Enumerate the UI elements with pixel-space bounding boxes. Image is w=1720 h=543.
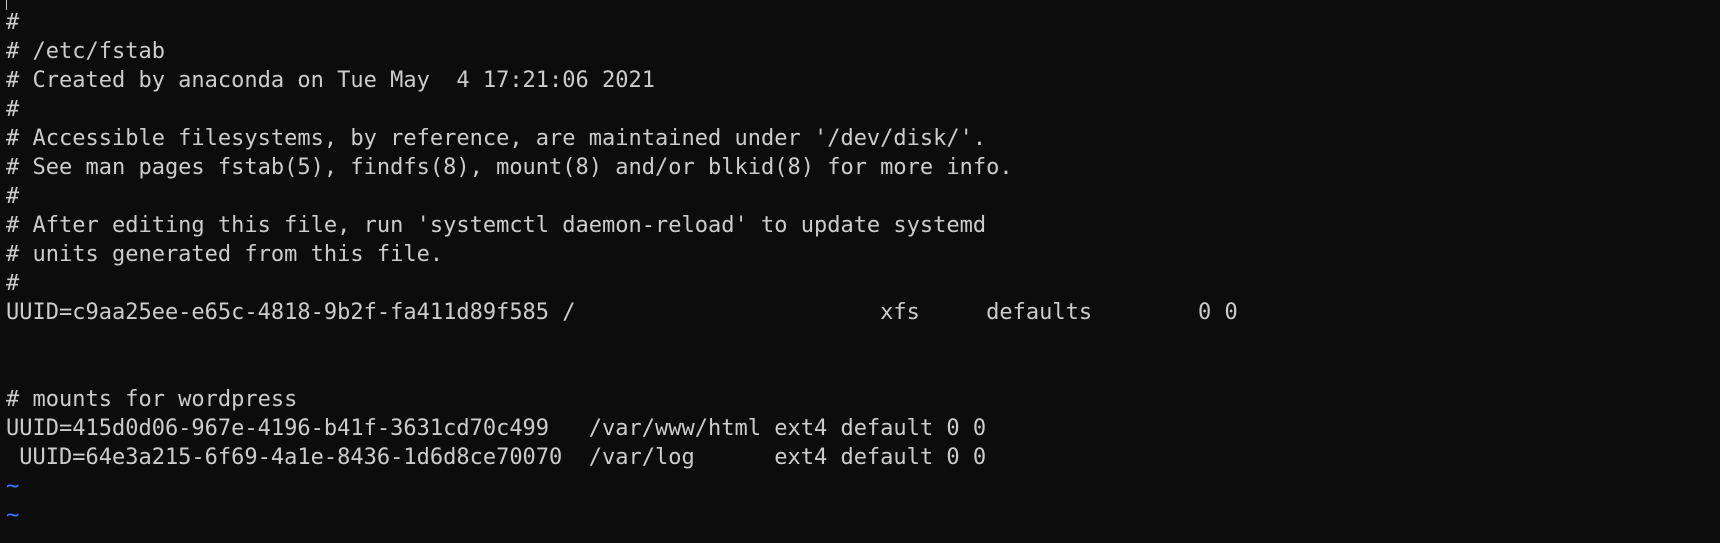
- buffer-line: # /etc/fstab: [6, 39, 165, 64]
- buffer-line: #: [6, 184, 20, 209]
- fstab-log-entry: UUID=64e3a215-6f69-4a1e-8436-1d6d8ce7007…: [6, 445, 987, 470]
- buffer-line: # Created by anaconda on Tue May 4 17:21…: [6, 68, 656, 93]
- editor-buffer[interactable]: # # /etc/fstab # Created by anaconda on …: [6, 8, 1720, 530]
- buffer-line: #: [6, 97, 20, 122]
- buffer-line: # See man pages fstab(5), findfs(8), mou…: [6, 155, 1013, 180]
- fstab-html-entry: UUID=415d0d06-967e-4196-b41f-3631cd70c49…: [6, 416, 987, 441]
- wordpress-mounts-comment: # mounts for wordpress: [6, 387, 298, 412]
- buffer-line-empty: [6, 356, 1720, 385]
- buffer-line: #: [6, 271, 20, 296]
- buffer-line: # units generated from this file.: [6, 242, 444, 267]
- end-of-buffer-marker: ~: [6, 503, 20, 528]
- buffer-line: # After editing this file, run 'systemct…: [6, 213, 987, 238]
- text-cursor: [6, 0, 7, 10]
- end-of-buffer-marker: ~: [6, 474, 20, 499]
- terminal-window[interactable]: # # /etc/fstab # Created by anaconda on …: [0, 0, 1720, 543]
- buffer-line: #: [6, 10, 20, 35]
- buffer-line-empty: [6, 327, 1720, 356]
- fstab-root-entry: UUID=c9aa25ee-e65c-4818-9b2f-fa411d89f58…: [6, 300, 1238, 325]
- buffer-line: # Accessible filesystems, by reference, …: [6, 126, 987, 151]
